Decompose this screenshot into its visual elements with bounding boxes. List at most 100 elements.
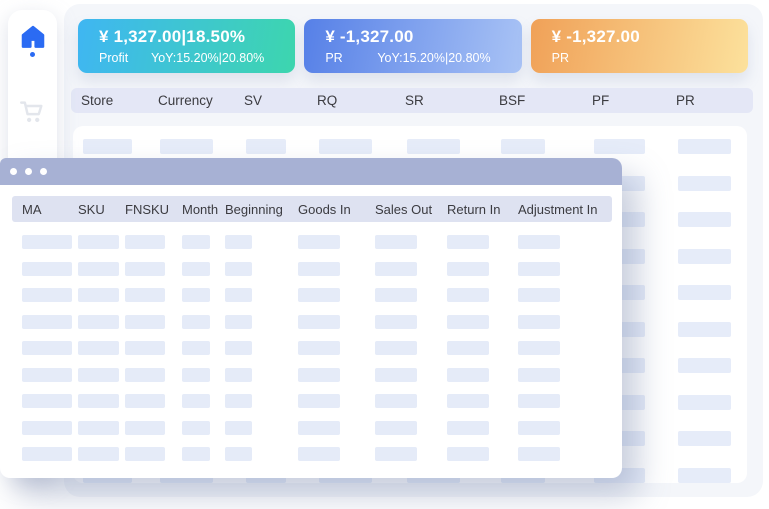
active-indicator-dot (30, 52, 35, 57)
skeleton-cell (225, 288, 252, 302)
skeleton-cell (501, 139, 545, 154)
skeleton-cell (375, 341, 417, 355)
skeleton-cell (518, 341, 560, 355)
skeleton-cell (678, 139, 731, 154)
skeleton-cell (375, 262, 417, 276)
column-header-pf: PF (592, 93, 676, 108)
skeleton-cell (678, 395, 731, 410)
skeleton-cell (407, 139, 460, 154)
stat-label: Profit (99, 51, 151, 65)
modal-column-header-sku: SKU (78, 202, 125, 217)
skeleton-cell (518, 447, 560, 461)
stat-card-3: ¥ -1,327.00 PR (531, 19, 748, 73)
skeleton-cell (182, 447, 210, 461)
skeleton-cell (225, 447, 252, 461)
sidebar-item-cart[interactable] (19, 99, 46, 126)
skeleton-cell (375, 288, 417, 302)
skeleton-cell (225, 368, 252, 382)
skeleton-cell (678, 358, 731, 373)
modal-column-header-adjustment-in: Adjustment In (518, 202, 612, 217)
column-header-sv: SV (244, 93, 317, 108)
skeleton-cell (518, 315, 560, 329)
window-dot[interactable] (40, 168, 47, 175)
column-header-rq: RQ (317, 93, 405, 108)
skeleton-cell (125, 368, 165, 382)
skeleton-cell (182, 235, 210, 249)
column-header-pr: PR (676, 93, 753, 108)
column-header-store: Store (81, 93, 158, 108)
skeleton-cell (375, 315, 417, 329)
skeleton-cell (246, 139, 286, 154)
skeleton-cell (678, 285, 731, 300)
main-table-header: StoreCurrencySVRQSRBSFPFPR (71, 88, 753, 113)
skeleton-cell (298, 235, 340, 249)
skeleton-cell (298, 315, 340, 329)
window-dot[interactable] (25, 168, 32, 175)
stat-cards-row: ¥ 1,327.00|18.50%ProfitYoY:15.20%|20.80%… (78, 19, 748, 73)
skeleton-cell (678, 468, 731, 483)
skeleton-cell (298, 262, 340, 276)
skeleton-row (73, 139, 747, 154)
column-header-bsf: BSF (499, 93, 592, 108)
skeleton-cell (22, 421, 72, 435)
window-dot[interactable] (10, 168, 17, 175)
column-header-currency: Currency (158, 93, 244, 108)
skeleton-cell (447, 288, 489, 302)
stat-label: PR (325, 51, 377, 65)
skeleton-cell (78, 315, 119, 329)
skeleton-cell (298, 341, 340, 355)
stat-card-2: ¥ -1,327.00PRYoY:15.20%|20.80% (304, 19, 521, 73)
sidebar-item-home[interactable] (20, 24, 46, 57)
skeleton-cell (447, 315, 489, 329)
skeleton-cell (78, 394, 119, 408)
skeleton-cell (447, 394, 489, 408)
skeleton-cell (678, 322, 731, 337)
skeleton-cell (447, 235, 489, 249)
skeleton-cell (375, 421, 417, 435)
home-icon (20, 24, 46, 50)
modal-titlebar (0, 158, 622, 185)
skeleton-row (12, 262, 612, 276)
skeleton-cell (298, 394, 340, 408)
skeleton-cell (182, 262, 210, 276)
skeleton-cell (182, 288, 210, 302)
skeleton-row (12, 315, 612, 329)
dashboard-page: ¥ 1,327.00|18.50%ProfitYoY:15.20%|20.80%… (0, 0, 769, 509)
skeleton-cell (298, 421, 340, 435)
skeleton-cell (125, 447, 165, 461)
skeleton-row (12, 341, 612, 355)
skeleton-cell (447, 341, 489, 355)
skeleton-cell (447, 447, 489, 461)
skeleton-cell (22, 315, 72, 329)
skeleton-cell (447, 368, 489, 382)
skeleton-cell (375, 368, 417, 382)
skeleton-cell (182, 341, 210, 355)
stat-value: ¥ -1,327.00 (552, 27, 748, 47)
skeleton-cell (678, 431, 731, 446)
skeleton-row (12, 368, 612, 382)
skeleton-cell (518, 288, 560, 302)
skeleton-cell (225, 394, 252, 408)
stat-yoy: YoY:15.20%|20.80% (377, 51, 490, 65)
skeleton-cell (22, 394, 72, 408)
skeleton-cell (125, 315, 165, 329)
skeleton-cell (78, 235, 119, 249)
skeleton-cell (298, 447, 340, 461)
cart-icon (19, 99, 46, 126)
skeleton-cell (22, 447, 72, 461)
inventory-modal-window: MASKUFNSKUMonthBeginningGoods InSales Ou… (0, 158, 622, 478)
stat-label: PR (552, 51, 604, 65)
skeleton-cell (375, 235, 417, 249)
skeleton-cell (83, 139, 132, 154)
skeleton-cell (298, 368, 340, 382)
skeleton-cell (22, 368, 72, 382)
skeleton-cell (518, 262, 560, 276)
modal-column-header-ma: MA (22, 202, 78, 217)
modal-column-header-month: Month (182, 202, 225, 217)
skeleton-cell (678, 212, 731, 227)
skeleton-cell (594, 139, 645, 154)
skeleton-cell (125, 394, 165, 408)
skeleton-cell (125, 341, 165, 355)
skeleton-cell (182, 421, 210, 435)
skeleton-cell (447, 262, 489, 276)
